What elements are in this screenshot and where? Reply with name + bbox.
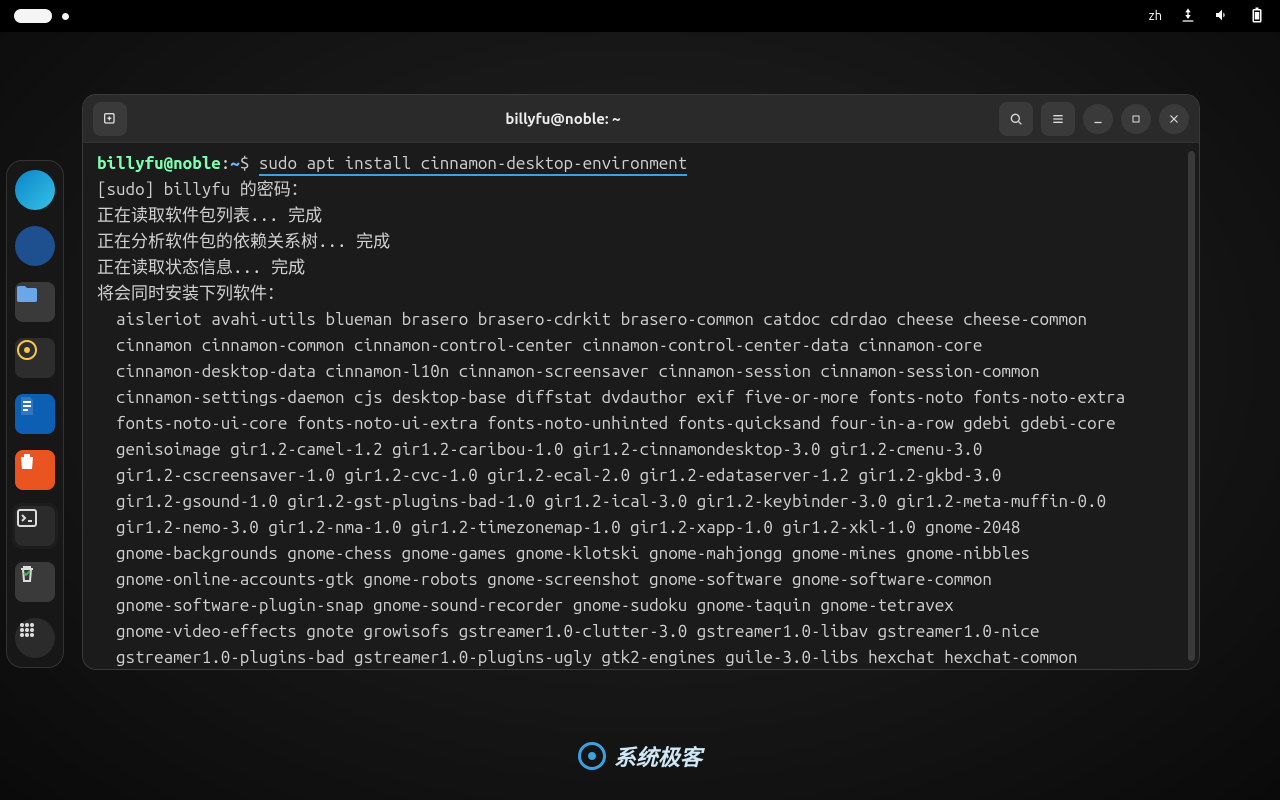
typed-command: sudo apt install cinnamon-desktop-enviro… — [259, 154, 687, 176]
rhythmbox-icon[interactable] — [12, 335, 58, 381]
line-read-state: 正在读取状态信息... 完成 — [97, 258, 305, 277]
app-grid-icon[interactable] — [12, 615, 58, 661]
pkg-line: cinnamon-settings-daemon cjs desktop-bas… — [97, 385, 1185, 411]
files-icon[interactable] — [12, 279, 58, 325]
prompt-user: billyfu@noble — [97, 154, 221, 173]
line-sudo-prompt: [sudo] billyfu 的密码： — [97, 180, 308, 199]
line-will-install: 将会同时安装下列软件： — [97, 284, 284, 303]
volume-icon[interactable] — [1214, 7, 1230, 26]
minimize-button[interactable] — [1083, 104, 1113, 134]
pkg-line: gnome-video-effects gnote growisofs gstr… — [97, 619, 1185, 645]
edge-browser-icon[interactable] — [12, 167, 58, 213]
close-button[interactable] — [1159, 104, 1189, 134]
watermark-icon — [578, 742, 606, 770]
maximize-button[interactable] — [1121, 104, 1151, 134]
search-button[interactable] — [999, 102, 1033, 136]
dock — [6, 160, 64, 668]
prompt-sep: : — [221, 154, 231, 173]
watermark-text: 系统极客 — [614, 740, 702, 772]
titlebar: billyfu@noble: ~ — [83, 95, 1199, 143]
topbar: zh — [0, 0, 1280, 32]
pkg-line: cinnamon-desktop-data cinnamon-l10n cinn… — [97, 359, 1185, 385]
pkg-line: gnome-backgrounds gnome-chess gnome-game… — [97, 541, 1185, 567]
line-dep-tree: 正在分析软件包的依赖关系树... 完成 — [97, 232, 390, 251]
battery-icon[interactable] — [1248, 6, 1266, 27]
pkg-line: gir1.2-cscreensaver-1.0 gir1.2-cvc-1.0 g… — [97, 463, 1185, 489]
new-tab-button[interactable] — [93, 102, 127, 136]
trash-icon[interactable] — [12, 559, 58, 605]
terminal-body[interactable]: billyfu@noble:~$ sudo apt install cinnam… — [83, 143, 1199, 669]
topbar-right: zh — [1149, 6, 1266, 27]
pkg-line: gstreamer1.0-plugins-bad gstreamer1.0-pl… — [97, 645, 1185, 669]
pkg-line: cinnamon cinnamon-common cinnamon-contro… — [97, 333, 1185, 359]
watermark: 系统极客 — [578, 740, 702, 772]
prompt-path: ~ — [230, 154, 240, 173]
prompt-dollar: $ — [240, 154, 250, 173]
pkg-line: gir1.2-gsound-1.0 gir1.2-gst-plugins-bad… — [97, 489, 1185, 515]
scrollbar[interactable] — [1188, 151, 1195, 661]
pkg-line: gnome-software-plugin-snap gnome-sound-r… — [97, 593, 1185, 619]
line-read-pkgs: 正在读取软件包列表... 完成 — [97, 206, 322, 225]
terminal-window: billyfu@noble: ~ billyfu@noble:~$ sudo a… — [82, 94, 1200, 670]
pkg-line: genisoimage gir1.2-camel-1.2 gir1.2-cari… — [97, 437, 1185, 463]
pkg-line: gir1.2-nemo-3.0 gir1.2-nma-1.0 gir1.2-ti… — [97, 515, 1185, 541]
activities-pill[interactable] — [14, 9, 52, 23]
terminal-icon[interactable] — [12, 503, 58, 549]
topbar-left — [14, 9, 69, 23]
pkg-line: aisleriot avahi-utils blueman brasero br… — [97, 307, 1185, 333]
hamburger-menu-button[interactable] — [1041, 102, 1075, 136]
software-store-icon[interactable] — [12, 447, 58, 493]
pkg-line: gnome-online-accounts-gtk gnome-robots g… — [97, 567, 1185, 593]
workspace-dot[interactable] — [62, 13, 69, 20]
input-method-indicator[interactable]: zh — [1149, 9, 1162, 23]
pkg-line: fonts-noto-ui-core fonts-noto-ui-extra f… — [97, 411, 1185, 437]
network-icon[interactable] — [1180, 7, 1196, 26]
window-title: billyfu@noble: ~ — [505, 110, 620, 127]
libreoffice-writer-icon[interactable] — [12, 391, 58, 437]
thunderbird-icon[interactable] — [12, 223, 58, 269]
